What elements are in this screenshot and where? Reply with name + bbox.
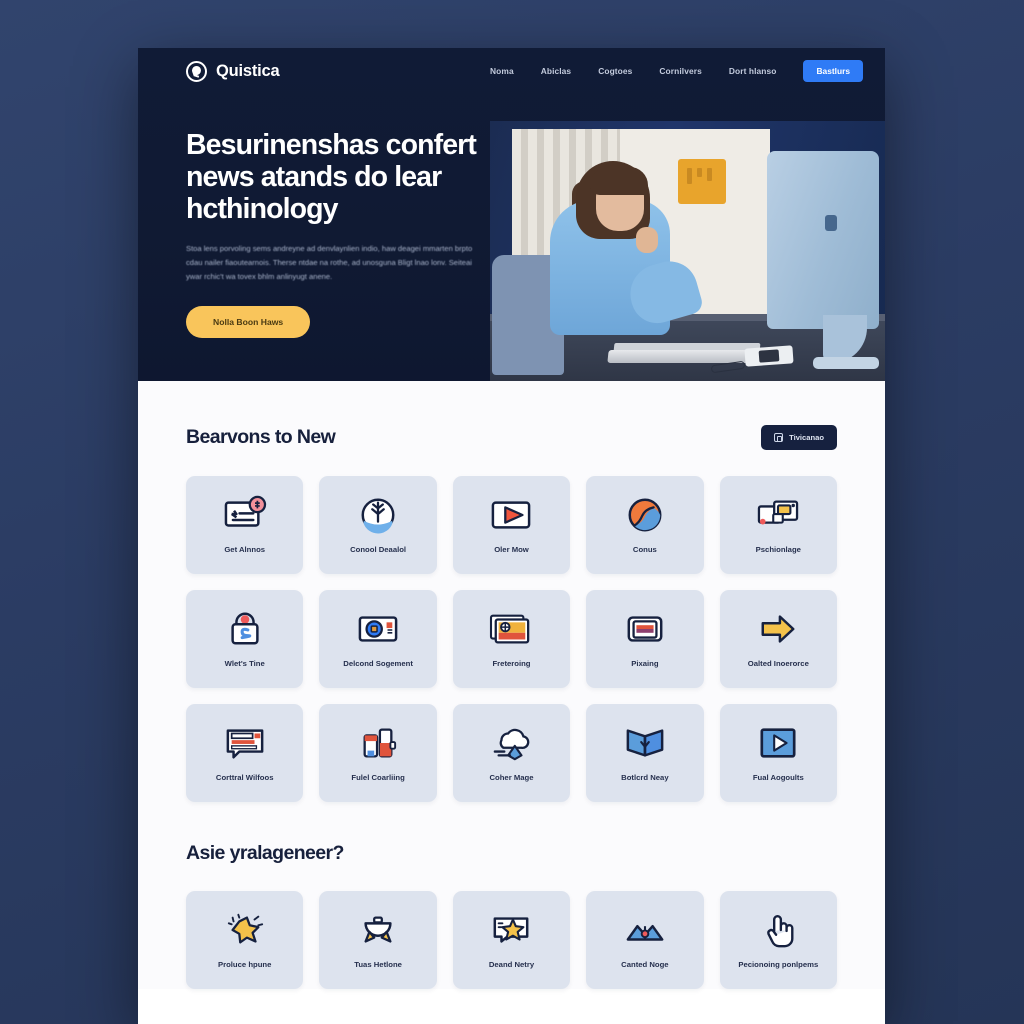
feature-card[interactable]: Botlcrd Neay — [586, 704, 704, 802]
card-with-badge-icon — [222, 495, 268, 535]
mountains-icon — [622, 910, 668, 950]
tree-circle-icon — [355, 495, 401, 535]
feature-card[interactable]: Oalted Inoerorce — [719, 590, 837, 688]
section-2-title: Asie yralageneer? — [186, 842, 344, 864]
nav-links: Noma Abiclas Cogtoes Cornilvers Dort hla… — [490, 60, 863, 82]
faq-card[interactable]: Pecionoing ponlpems — [719, 891, 837, 989]
nav-link-cogtoes[interactable]: Cogtoes — [598, 66, 632, 76]
feature-card-label: Oalted Inoerorce — [747, 658, 809, 668]
faq-section: Asie yralageneer? Proluce hpune Tuas Het… — [186, 842, 837, 989]
bottles-icon — [355, 723, 401, 763]
feature-card[interactable]: Pschionlage — [719, 476, 837, 574]
feature-card-label: Oler Mow — [494, 544, 529, 554]
video-play-icon — [488, 495, 534, 535]
hero-cta-button[interactable]: Nolla Boon Haws — [186, 305, 311, 338]
feature-card[interactable]: Get Alnnos — [186, 476, 304, 574]
feature-card-label: Botlcrd Neay — [621, 772, 669, 782]
faq-card-grid: Proluce hpune Tuas Hetlone Deand Netry C… — [186, 891, 837, 989]
chat-lines-icon — [222, 723, 268, 763]
cloud-pin-icon — [488, 723, 534, 763]
feature-card-label: Corttral Wilfoos — [215, 772, 274, 782]
hero-copy: Besurinenshas confert news atands do lea… — [186, 129, 491, 338]
hero-subtitle: Stoa lens porvoling sems andreyne ad den… — [186, 243, 473, 281]
swirl-globe-icon — [622, 495, 668, 535]
nav-link-abiclas[interactable]: Abiclas — [541, 66, 572, 76]
section-1-action-label: Tivicanao — [789, 433, 824, 442]
feature-card-label: Pixaing — [631, 658, 659, 668]
feature-card-label: Coher Mage — [489, 772, 534, 782]
feature-card[interactable]: Corttral Wilfoos — [186, 704, 304, 802]
top-navigation: Quistica Noma Abiclas Cogtoes Cornilvers… — [138, 48, 885, 94]
brand-name: Quistica — [216, 61, 280, 80]
lock-s-icon — [222, 609, 268, 649]
faq-card-label: Pecionoing ponlpems — [738, 959, 819, 969]
nav-link-noma[interactable]: Noma — [490, 66, 514, 76]
copy-icon — [774, 433, 784, 442]
feature-card-label: Pschionlage — [755, 544, 801, 554]
hero-title: Besurinenshas confert news atands do lea… — [186, 129, 477, 225]
feature-card[interactable]: Freteroing — [452, 590, 571, 688]
website-page: Quistica Noma Abiclas Cogtoes Cornilvers… — [138, 48, 885, 1024]
features-section: Bearvons to New Tivicanao Get Alnnos Con… — [138, 381, 885, 989]
nav-link-cornilvers[interactable]: Cornilvers — [659, 66, 701, 76]
star-burst-icon — [222, 910, 268, 950]
faq-card-label: Proluce hpune — [217, 959, 272, 969]
globe-pin-logo-icon — [186, 60, 207, 82]
disc-card-icon — [355, 609, 401, 649]
feature-card-label: Fulel Coarliing — [351, 772, 405, 782]
feature-card-label: Conus — [632, 544, 657, 554]
feature-card-label: Conool Deaalol — [350, 544, 407, 554]
hero-section: Quistica Noma Abiclas Cogtoes Cornilvers… — [138, 48, 885, 381]
feature-card[interactable]: Fual Aogoults — [719, 704, 837, 802]
feature-card-label: Delcond Sogement — [343, 658, 413, 668]
faq-card[interactable]: Deand Netry — [452, 891, 571, 989]
woman-at-desk-photo — [490, 121, 885, 381]
feature-card-label: Fual Aogoults — [752, 772, 804, 782]
feature-card[interactable]: Coher Mage — [452, 704, 571, 802]
basket-icon — [355, 910, 401, 950]
section-1-action-button[interactable]: Tivicanao — [761, 425, 837, 450]
feature-card[interactable]: Pixaing — [586, 590, 704, 688]
feature-card-label: Wlet's Tine — [224, 658, 265, 668]
faq-card-label: Deand Netry — [488, 959, 535, 969]
star-chat-icon — [488, 910, 534, 950]
stacked-photo-icon — [488, 609, 534, 649]
faq-card[interactable]: Canted Noge — [586, 891, 704, 989]
feature-card-grid: Get Alnnos Conool Deaalol Oler Mow Conus… — [186, 476, 837, 802]
feature-card[interactable]: Wlet's Tine — [186, 590, 304, 688]
wall-frame-decor — [678, 159, 726, 204]
faq-card[interactable]: Tuas Hetlone — [319, 891, 437, 989]
feature-card[interactable]: Oler Mow — [452, 476, 571, 574]
play-square-icon — [755, 723, 801, 763]
section-1-title: Bearvons to New — [186, 426, 336, 448]
feature-card[interactable]: Delcond Sogement — [319, 590, 437, 688]
nav-cta-button[interactable]: Bastlurs — [803, 60, 863, 82]
feature-card-label: Get Alnnos — [224, 544, 266, 554]
section-1-header: Bearvons to New Tivicanao — [186, 425, 837, 450]
arrow-right-icon — [755, 609, 801, 649]
faq-card-label: Tuas Hetlone — [354, 959, 402, 969]
faq-card[interactable]: Proluce hpune — [186, 891, 304, 989]
brand-logo[interactable]: Quistica — [186, 60, 280, 82]
printer-icon — [622, 609, 668, 649]
cards-stack-icon — [755, 495, 801, 535]
faq-card-label: Canted Noge — [621, 959, 669, 969]
nav-link-dort-hlanso[interactable]: Dort hlanso — [729, 66, 777, 76]
open-book-icon — [622, 723, 668, 763]
feature-card[interactable]: Fulel Coarliing — [319, 704, 437, 802]
feature-card[interactable]: Conool Deaalol — [319, 476, 437, 574]
pointing-hand-icon — [755, 910, 801, 950]
feature-card[interactable]: Conus — [586, 476, 704, 574]
feature-card-label: Freteroing — [492, 658, 531, 668]
